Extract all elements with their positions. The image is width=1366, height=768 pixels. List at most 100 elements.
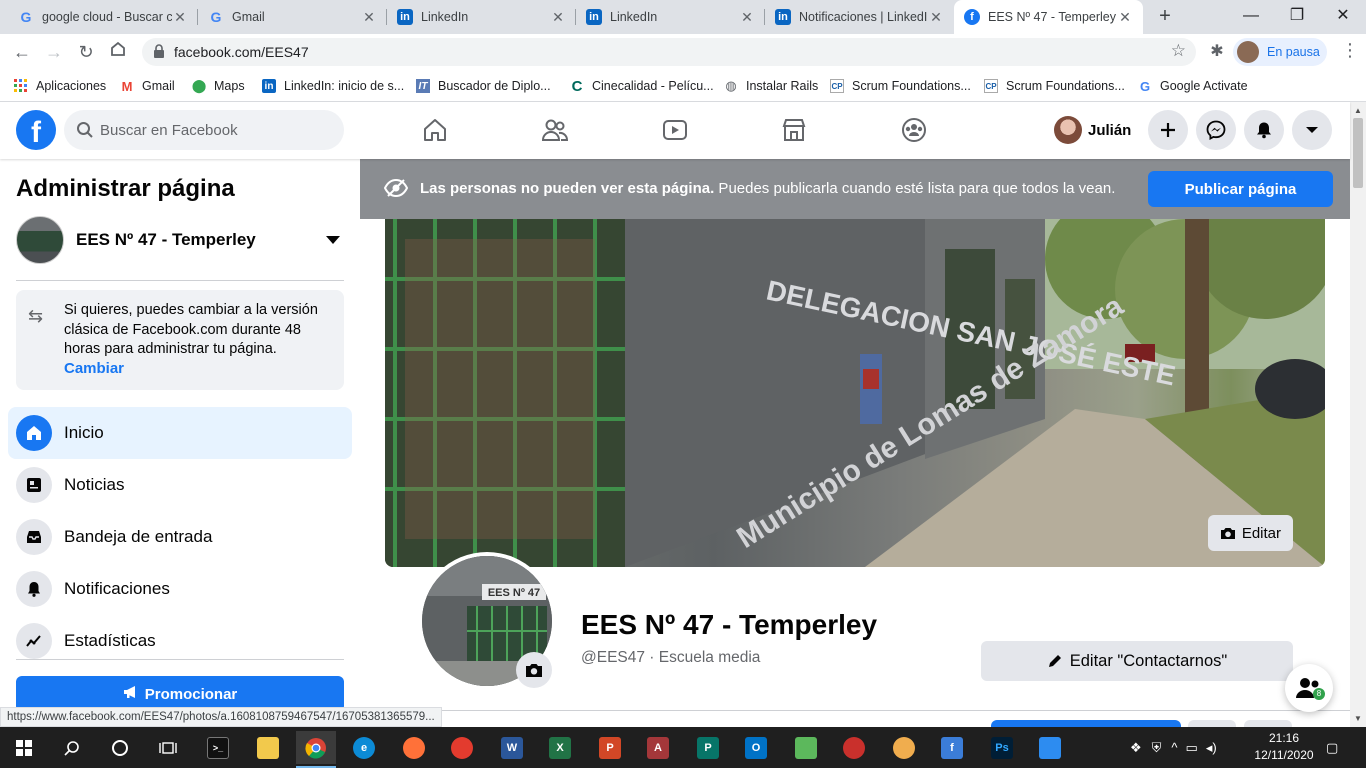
bookmark-gmail[interactable]: M Gmail xyxy=(120,76,175,96)
bookmark-cinecalidad[interactable]: C Cinecalidad - Pelícu... xyxy=(570,76,714,96)
home-icon[interactable] xyxy=(421,116,449,144)
banner-bold-text: Las personas no pueden ver esta página. xyxy=(420,180,715,197)
forward-button[interactable]: → xyxy=(42,40,66,64)
address-bar[interactable]: facebook.com/EES47 ☆ xyxy=(142,38,1196,66)
taskbar-app-yellow[interactable] xyxy=(884,731,924,764)
close-icon[interactable]: ✕ xyxy=(361,9,377,26)
network-icon[interactable]: ▭ xyxy=(1186,740,1198,756)
taskbar-app-record[interactable] xyxy=(834,731,874,764)
taskbar-powerpoint[interactable]: P xyxy=(590,731,630,764)
bookmark-linkedin[interactable]: in LinkedIn: inicio de s... xyxy=(262,76,404,96)
maximize-button[interactable]: ❐ xyxy=(1274,0,1320,34)
invite-friends-button[interactable]: 8 xyxy=(1285,664,1333,712)
tab-gmail[interactable]: G Gmail ✕ xyxy=(198,0,387,34)
close-icon[interactable]: ✕ xyxy=(739,9,755,26)
update-profile-picture-button[interactable] xyxy=(516,652,552,688)
taskbar-edge[interactable]: e xyxy=(344,731,384,764)
extensions-puzzle-icon[interactable]: ✱ xyxy=(1205,40,1229,64)
google-icon: G xyxy=(1139,78,1151,94)
marketplace-icon[interactable] xyxy=(780,116,808,144)
cortana-button[interactable] xyxy=(100,731,140,764)
sidebar-item-inicio[interactable]: Inicio xyxy=(8,407,352,459)
task-view-button[interactable] xyxy=(148,731,188,764)
bookmark-star-icon[interactable]: ☆ xyxy=(1171,41,1186,61)
switch-link[interactable]: Cambiar xyxy=(64,360,124,377)
close-icon[interactable]: ✕ xyxy=(172,9,188,26)
close-icon[interactable]: ✕ xyxy=(550,9,566,26)
secondary-action-button[interactable] xyxy=(1188,720,1236,727)
scrollbar-thumb[interactable] xyxy=(1353,118,1363,188)
create-button[interactable] xyxy=(1148,110,1188,150)
taskbar-file-explorer[interactable] xyxy=(248,731,288,764)
account-menu-button[interactable] xyxy=(1292,110,1332,150)
search-box[interactable] xyxy=(64,110,344,150)
tab-linkedin-notifications[interactable]: in Notificaciones | LinkedI ✕ xyxy=(765,0,954,34)
sidebar-item-notificaciones[interactable]: Notificaciones xyxy=(8,563,352,615)
minimize-button[interactable]: — xyxy=(1228,0,1274,34)
groups-icon[interactable] xyxy=(900,116,928,144)
chevron-up-icon[interactable]: ^ xyxy=(1171,740,1177,755)
close-icon[interactable]: ✕ xyxy=(928,9,944,26)
edit-cover-button[interactable]: Editar xyxy=(1207,515,1293,551)
taskbar-word[interactable]: W xyxy=(492,731,532,764)
bookmark-google-activate[interactable]: G Google Activate xyxy=(1138,76,1248,96)
taskbar-chrome[interactable] xyxy=(296,731,336,768)
cover-photo[interactable]: DELEGACION SAN JOSÉ ESTE Municipio de Lo… xyxy=(385,219,1325,567)
tab-linkedin[interactable]: in LinkedIn ✕ xyxy=(576,0,765,34)
taskbar-firefox[interactable] xyxy=(394,731,434,764)
watch-video-icon[interactable] xyxy=(661,116,689,144)
profile-button[interactable]: En pausa xyxy=(1233,38,1327,66)
tab-linkedin[interactable]: in LinkedIn ✕ xyxy=(387,0,576,34)
home-button[interactable] xyxy=(106,40,130,64)
taskbar-app-red[interactable] xyxy=(442,731,482,764)
taskbar-photoshop[interactable]: Ps xyxy=(982,731,1022,764)
primary-action-button[interactable] xyxy=(991,720,1181,727)
facebook-logo-icon[interactable]: f xyxy=(16,110,56,150)
scroll-up-icon[interactable]: ▲ xyxy=(1354,106,1362,115)
bookmark-scrum-1[interactable]: CP Scrum Foundations... xyxy=(830,76,971,96)
bookmark-apps[interactable]: Aplicaciones xyxy=(14,76,106,96)
bookmark-buscador-diplo[interactable]: IT Buscador de Diplo... xyxy=(416,76,551,96)
notifications-button[interactable] xyxy=(1244,110,1284,150)
taskbar-app-green[interactable] xyxy=(786,731,826,764)
messenger-button[interactable] xyxy=(1196,110,1236,150)
notifications-button[interactable]: ▢ xyxy=(1326,727,1338,768)
new-tab-button[interactable]: + xyxy=(1153,5,1177,29)
page-switcher[interactable]: EES Nº 47 - Temperley xyxy=(16,216,344,264)
reload-button[interactable]: ↻ xyxy=(74,40,98,64)
search-input[interactable] xyxy=(100,110,336,150)
taskbar-outlook[interactable]: O xyxy=(736,731,776,764)
sidebar-item-bandeja[interactable]: Bandeja de entrada xyxy=(8,511,352,563)
taskbar-publisher[interactable]: P xyxy=(688,731,728,764)
dropbox-icon[interactable]: ❖ xyxy=(1130,740,1142,756)
more-menu-icon[interactable]: ⋮ xyxy=(1340,40,1360,61)
start-button[interactable] xyxy=(4,731,44,764)
taskbar-app-f[interactable]: f xyxy=(932,731,972,764)
profile-picture[interactable]: EES Nº 47 xyxy=(418,552,556,690)
back-button[interactable]: ← xyxy=(10,40,34,64)
friends-icon[interactable] xyxy=(541,116,569,144)
close-window-button[interactable]: ✕ xyxy=(1320,0,1366,34)
search-button[interactable] xyxy=(52,731,92,764)
page-scrollbar[interactable]: ▲ ▼ xyxy=(1350,102,1366,727)
profile-shortcut[interactable]: Julián xyxy=(1054,114,1139,146)
volume-icon[interactable]: ◂) xyxy=(1206,740,1217,756)
taskbar-app-blue[interactable] xyxy=(1030,731,1070,764)
taskbar-terminal[interactable]: >_ xyxy=(198,731,238,764)
edit-contact-button[interactable]: Editar "Contactarnos" xyxy=(981,641,1293,681)
taskbar-clock[interactable]: 21:16 12/11/2020 xyxy=(1254,730,1314,764)
security-icon[interactable]: ⛨ xyxy=(1152,740,1162,756)
url-text[interactable]: facebook.com/EES47 xyxy=(174,44,309,60)
sidebar-item-noticias[interactable]: Noticias xyxy=(8,459,352,511)
bookmark-instalar-rails[interactable]: ◍ Instalar Rails xyxy=(724,76,818,96)
close-icon[interactable]: ✕ xyxy=(1117,9,1133,26)
taskbar-excel[interactable]: X xyxy=(540,731,580,764)
tab-google-cloud[interactable]: G google cloud - Buscar c ✕ xyxy=(8,0,198,34)
taskbar-access[interactable]: A xyxy=(638,731,678,764)
publish-page-button[interactable]: Publicar página xyxy=(1148,171,1333,207)
more-action-button[interactable] xyxy=(1244,720,1292,727)
bookmark-maps[interactable]: ⬤ Maps xyxy=(192,76,245,96)
tab-facebook-ees47[interactable]: f EES Nº 47 - Temperley | ✕ xyxy=(954,0,1143,34)
scroll-down-icon[interactable]: ▼ xyxy=(1354,714,1362,723)
bookmark-scrum-2[interactable]: CP Scrum Foundations... xyxy=(984,76,1125,96)
